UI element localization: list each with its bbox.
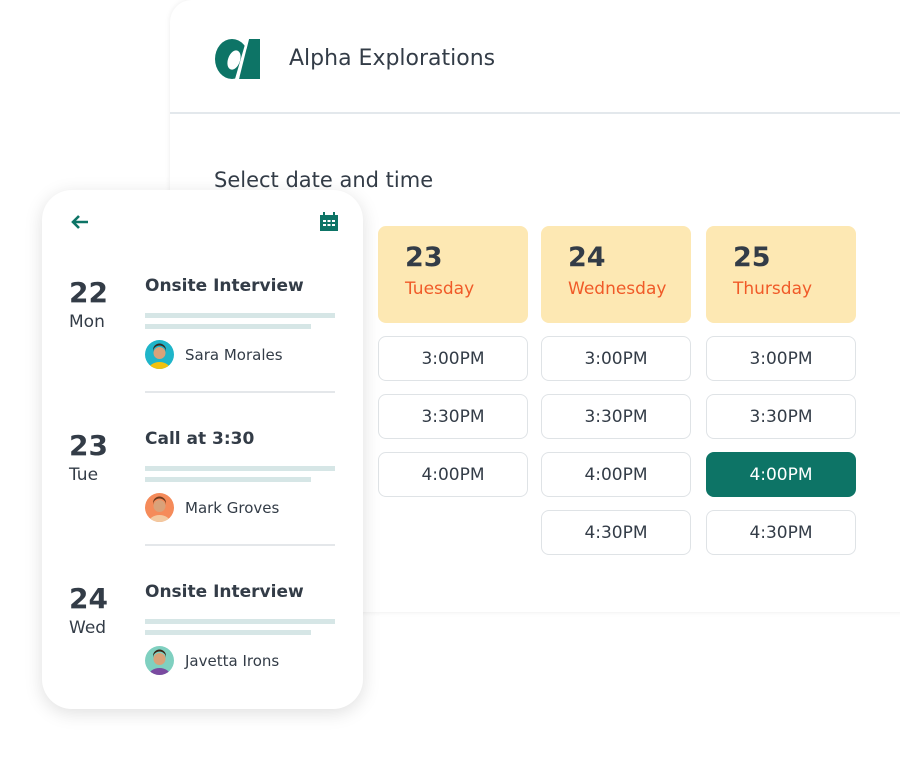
time-slot-button[interactable]: 3:30PM bbox=[706, 394, 856, 439]
time-slot-button[interactable]: 3:30PM bbox=[378, 394, 528, 439]
event-date-number: 22 bbox=[69, 276, 108, 309]
calendar-icon[interactable] bbox=[319, 212, 339, 232]
divider bbox=[145, 544, 335, 546]
arrow-left-icon[interactable] bbox=[70, 214, 90, 230]
event-item[interactable]: 24 Wed Onsite Interview Javetta Irons bbox=[42, 582, 363, 732]
event-date-number: 24 bbox=[69, 582, 108, 615]
time-slot-button[interactable]: 4:00PM bbox=[541, 452, 691, 497]
day-name: Thursday bbox=[733, 279, 813, 299]
time-slot-button[interactable]: 3:00PM bbox=[706, 336, 856, 381]
day-header[interactable]: 23 Tuesday bbox=[378, 226, 528, 323]
day-column: 25 Thursday 3:00PM 3:30PM 4:00PM 4:30PM bbox=[706, 226, 856, 555]
text-placeholder-line bbox=[145, 466, 335, 471]
brand-name: Alpha Explorations bbox=[289, 46, 496, 71]
brand-logo-icon bbox=[215, 39, 260, 79]
avatar bbox=[145, 646, 174, 675]
day-column: 24 Wednesday 3:00PM 3:30PM 4:00PM 4:30PM bbox=[541, 226, 691, 555]
header: Alpha Explorations bbox=[170, 0, 900, 114]
page-title: Select date and time bbox=[214, 168, 434, 192]
day-header[interactable]: 24 Wednesday bbox=[541, 226, 691, 323]
text-placeholder-line bbox=[145, 619, 335, 624]
event-date-number: 23 bbox=[69, 429, 108, 462]
time-slot-button[interactable]: 4:30PM bbox=[706, 510, 856, 555]
event-item[interactable]: 22 Mon Onsite Interview Sara Morales bbox=[42, 276, 363, 426]
attendee-name: Sara Morales bbox=[185, 346, 283, 364]
day-number: 23 bbox=[405, 242, 443, 273]
day-column: 23 Tuesday 3:00PM 3:30PM 4:00PM bbox=[378, 226, 528, 497]
text-placeholder-line bbox=[145, 630, 311, 635]
event-title: Onsite Interview bbox=[145, 276, 304, 296]
day-name: Tuesday bbox=[405, 279, 475, 299]
day-number: 25 bbox=[733, 242, 771, 273]
text-placeholder-line bbox=[145, 313, 335, 318]
event-title: Call at 3:30 bbox=[145, 429, 255, 449]
event-weekday: Mon bbox=[69, 312, 105, 332]
event-item[interactable]: 23 Tue Call at 3:30 Mark Groves bbox=[42, 429, 363, 579]
text-placeholder-line bbox=[145, 477, 311, 482]
time-slot-button[interactable]: 4:30PM bbox=[541, 510, 691, 555]
text-placeholder-line bbox=[145, 324, 311, 329]
day-header[interactable]: 25 Thursday bbox=[706, 226, 856, 323]
time-slot-button[interactable]: 4:00PM bbox=[706, 452, 856, 497]
day-name: Wednesday bbox=[568, 279, 667, 299]
time-slot-button[interactable]: 3:00PM bbox=[378, 336, 528, 381]
event-title: Onsite Interview bbox=[145, 582, 304, 602]
mobile-schedule-card: 22 Mon Onsite Interview Sara Morales 23 … bbox=[42, 190, 363, 709]
event-weekday: Wed bbox=[69, 618, 107, 638]
avatar bbox=[145, 340, 174, 369]
attendee-name: Mark Groves bbox=[185, 499, 280, 517]
avatar bbox=[145, 493, 174, 522]
divider bbox=[145, 391, 335, 393]
event-weekday: Tue bbox=[69, 465, 99, 485]
day-number: 24 bbox=[568, 242, 606, 273]
time-slot-button[interactable]: 4:00PM bbox=[378, 452, 528, 497]
time-slot-button[interactable]: 3:00PM bbox=[541, 336, 691, 381]
time-slot-button[interactable]: 3:30PM bbox=[541, 394, 691, 439]
attendee-name: Javetta Irons bbox=[185, 652, 280, 670]
